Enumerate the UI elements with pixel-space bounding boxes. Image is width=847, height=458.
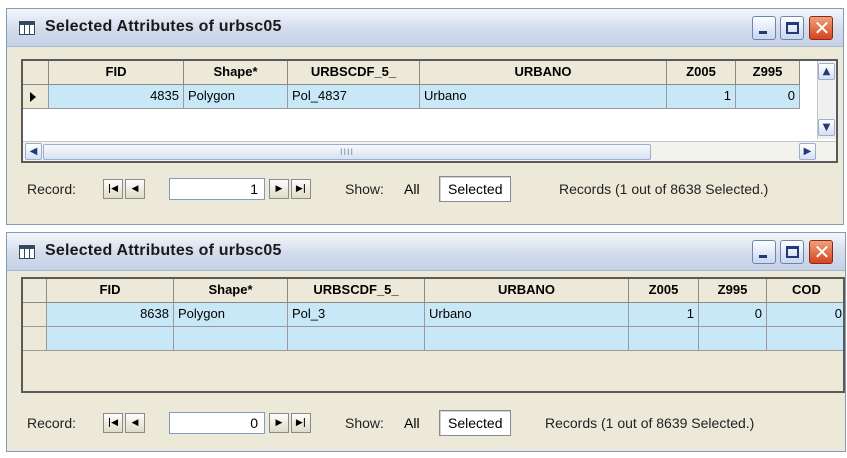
cell-empty[interactable] — [47, 327, 174, 351]
show-all-button[interactable]: All — [395, 410, 429, 436]
row-selector[interactable] — [23, 85, 49, 109]
minimize-button[interactable] — [752, 240, 776, 264]
first-record-icon[interactable]: |◀ — [103, 179, 123, 199]
cell-z995[interactable]: 0 — [736, 85, 800, 109]
maximize-icon — [786, 246, 799, 258]
show-selected-button[interactable]: Selected — [439, 410, 512, 436]
cell-shape[interactable]: Polygon — [184, 85, 288, 109]
cell-empty[interactable] — [288, 327, 425, 351]
column-header-cod[interactable]: COD — [767, 279, 843, 303]
record-number-input[interactable]: 1 — [169, 178, 265, 200]
column-header-urbscdf[interactable]: URBSCDF_5_ — [288, 279, 425, 303]
cell-shape[interactable]: Polygon — [174, 303, 288, 327]
cell-urbano[interactable]: Urbano — [420, 85, 667, 109]
scroll-right-icon[interactable]: ▶ — [799, 143, 816, 160]
row-selector-header[interactable] — [23, 279, 47, 303]
attribute-table: FID Shape* URBSCDF_5_ URBANO Z005 Z995 C… — [21, 277, 845, 393]
column-header-z005[interactable]: Z005 — [629, 279, 699, 303]
column-header-urbano[interactable]: URBANO — [425, 279, 629, 303]
column-header-urbscdf[interactable]: URBSCDF_5_ — [288, 61, 420, 85]
column-header-urbano[interactable]: URBANO — [420, 61, 667, 85]
cell-empty[interactable] — [767, 327, 843, 351]
maximize-button[interactable] — [780, 240, 804, 264]
record-navigation: Record: |◀ ◀ 1 ▶ ▶| Show: All Selected R… — [21, 175, 843, 205]
attribute-window-1: Selected Attributes of urbsc05 ✕ FID Sha… — [6, 8, 844, 225]
current-row-arrow-icon — [30, 92, 36, 102]
cell-z995[interactable]: 0 — [699, 303, 767, 327]
records-status: Records (1 out of 8639 Selected.) — [545, 415, 755, 431]
next-record-icon[interactable]: ▶ — [269, 179, 289, 199]
cell-cod[interactable]: 0 — [767, 303, 843, 327]
scroll-left-icon[interactable]: ◀ — [25, 143, 42, 160]
record-label: Record: — [27, 415, 77, 431]
attribute-table: FID Shape* URBSCDF_5_ URBANO Z005 Z995 4… — [21, 59, 838, 163]
column-header-shape[interactable]: Shape* — [184, 61, 288, 85]
previous-record-icon[interactable]: ◀ — [125, 413, 145, 433]
show-label: Show: — [345, 181, 384, 197]
show-selected-button[interactable]: Selected — [439, 176, 512, 202]
column-header-z995[interactable]: Z995 — [699, 279, 767, 303]
vertical-scrollbar[interactable]: ▲ ▼ — [817, 61, 836, 139]
cell-urbscdf[interactable]: Pol_3 — [288, 303, 425, 327]
record-navigation: Record: |◀ ◀ 0 ▶ ▶| Show: All Selected R… — [21, 409, 845, 439]
cell-empty[interactable] — [174, 327, 288, 351]
close-icon: ✕ — [813, 240, 831, 264]
column-header-z005[interactable]: Z005 — [667, 61, 736, 85]
row-selector-header[interactable] — [23, 61, 49, 85]
horizontal-scrollbar[interactable]: ◀ IIII ▶ — [23, 141, 836, 161]
first-record-icon[interactable]: |◀ — [103, 413, 123, 433]
table-empty-area — [23, 351, 843, 391]
column-header-shape[interactable]: Shape* — [174, 279, 288, 303]
scroll-thumb[interactable]: IIII — [43, 144, 651, 160]
next-record-icon[interactable]: ▶ — [269, 413, 289, 433]
record-number-input[interactable]: 0 — [169, 412, 265, 434]
table-icon — [19, 21, 35, 35]
minimize-icon — [759, 31, 767, 34]
window-title: Selected Attributes of urbsc05 — [45, 18, 282, 35]
cell-fid[interactable]: 8638 — [47, 303, 174, 327]
last-record-icon[interactable]: ▶| — [291, 413, 311, 433]
minimize-button[interactable] — [752, 16, 776, 40]
column-header-z995[interactable]: Z995 — [736, 61, 800, 85]
title-bar[interactable]: Selected Attributes of urbsc05 ✕ — [7, 9, 843, 47]
cell-empty[interactable] — [629, 327, 699, 351]
show-all-button[interactable]: All — [395, 176, 429, 202]
records-status: Records (1 out of 8638 Selected.) — [559, 181, 769, 197]
cell-urbano[interactable]: Urbano — [425, 303, 629, 327]
table-icon — [19, 245, 35, 259]
attribute-window-2: Selected Attributes of urbsc05 ✕ FID Sha… — [6, 232, 846, 452]
maximize-button[interactable] — [780, 16, 804, 40]
cell-fid[interactable]: 4835 — [49, 85, 184, 109]
cell-empty[interactable] — [425, 327, 629, 351]
record-label: Record: — [27, 181, 77, 197]
column-header-fid[interactable]: FID — [49, 61, 184, 85]
cell-empty[interactable] — [699, 327, 767, 351]
previous-record-icon[interactable]: ◀ — [125, 179, 145, 199]
row-selector[interactable] — [23, 327, 47, 351]
close-icon: ✕ — [813, 16, 831, 40]
window-title: Selected Attributes of urbsc05 — [45, 242, 282, 259]
maximize-icon — [786, 22, 799, 34]
scroll-up-icon[interactable]: ▲ — [818, 63, 835, 80]
cell-urbscdf[interactable]: Pol_4837 — [288, 85, 420, 109]
scroll-down-icon[interactable]: ▼ — [818, 119, 835, 136]
column-header-fid[interactable]: FID — [47, 279, 174, 303]
title-bar[interactable]: Selected Attributes of urbsc05 ✕ — [7, 233, 845, 271]
last-record-icon[interactable]: ▶| — [291, 179, 311, 199]
row-selector[interactable] — [23, 303, 47, 327]
minimize-icon — [759, 255, 767, 258]
close-button[interactable]: ✕ — [809, 16, 833, 40]
cell-z005[interactable]: 1 — [667, 85, 736, 109]
show-label: Show: — [345, 415, 384, 431]
cell-z005[interactable]: 1 — [629, 303, 699, 327]
close-button[interactable]: ✕ — [809, 240, 833, 264]
